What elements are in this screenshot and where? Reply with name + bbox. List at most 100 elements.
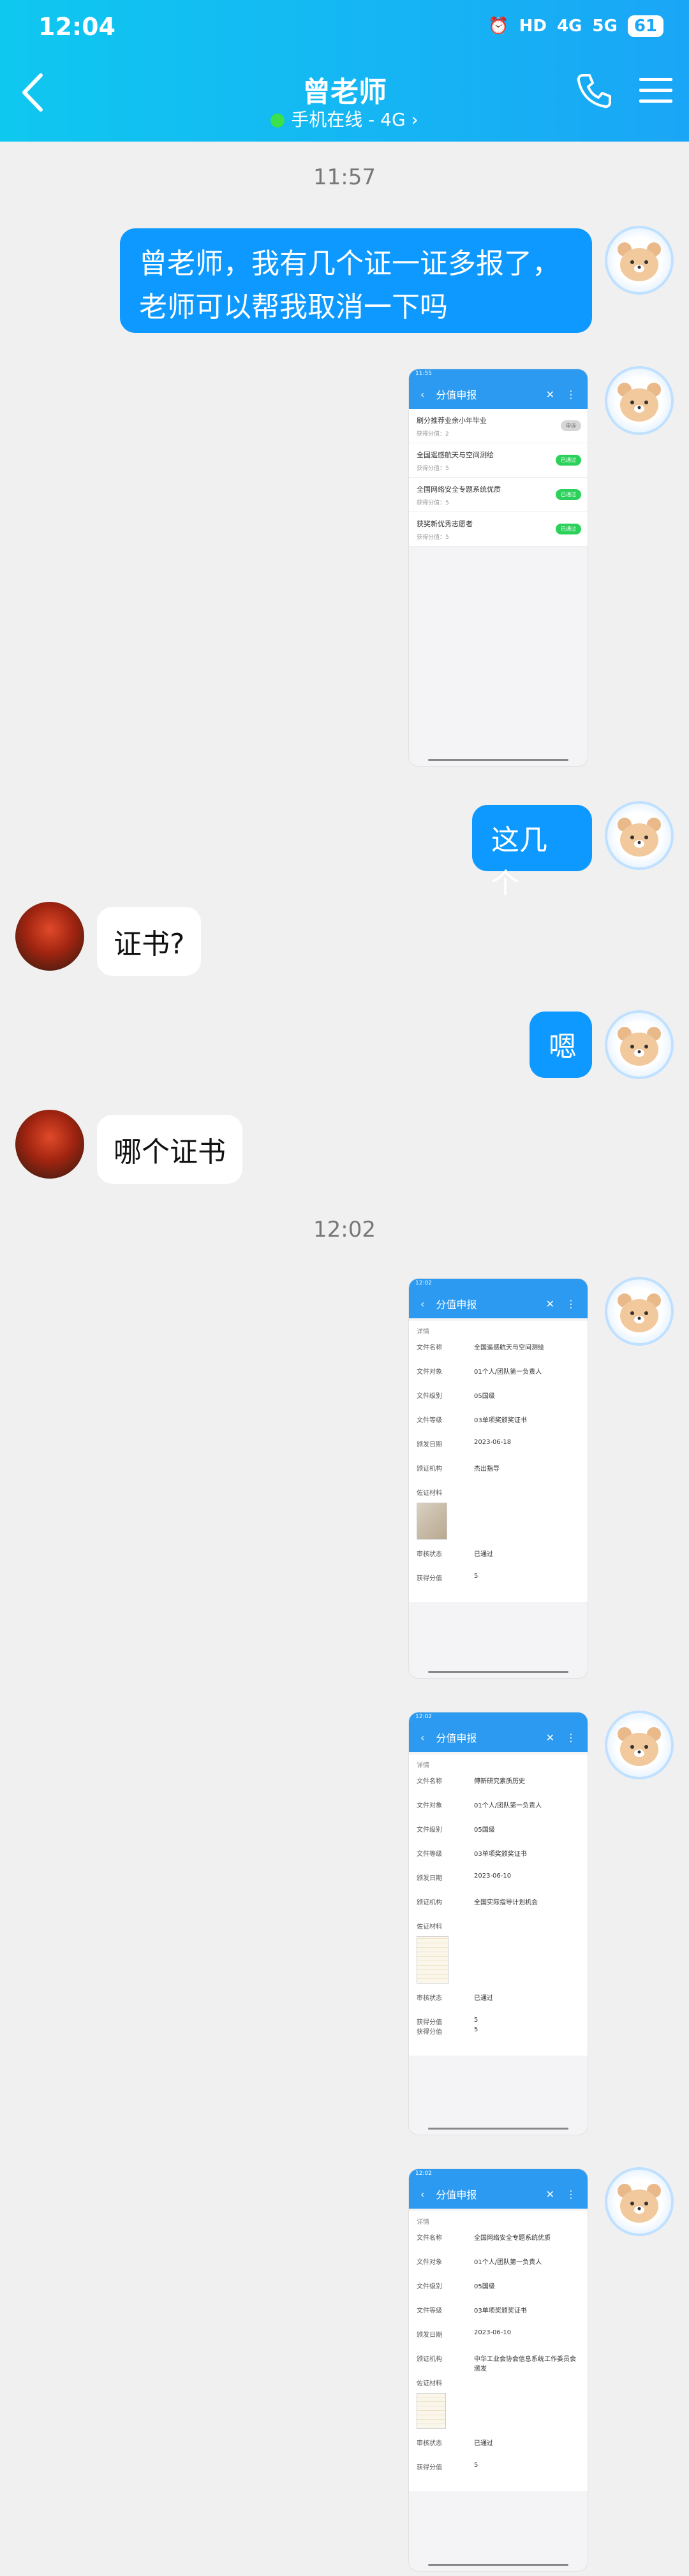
list-item: 获奖新优秀志愿者 获得分值：5 已通过 bbox=[409, 512, 588, 547]
item-title: 刷分推荐业余小年毕业 bbox=[417, 416, 487, 425]
list-item: 刷分推荐业余小年毕业 获得分值：2 申诉 bbox=[409, 409, 588, 443]
detail-row: 佐证材料 bbox=[417, 1487, 580, 1500]
image-attachment[interactable]: 12:02 ‹ 分值申报 ✕ ⋮ 详情 文件名称 全国网络安全专题系统优质 文件对象… bbox=[408, 2168, 588, 2572]
detail-label: 颁证机构 bbox=[417, 1466, 442, 1473]
detail-label: 颁证机构 bbox=[417, 2356, 442, 2363]
detail-value: 01个人/团队第一负责人 bbox=[474, 1369, 542, 1376]
image-attachment[interactable]: 12:02 ‹ 分值申报 ✕ ⋮ 详情 文件名称 傅新研究素质历史 文件对象 01个人… bbox=[408, 1712, 588, 2135]
detail-row: 文件对象 01个人/团队第一负责人 bbox=[417, 1800, 580, 1824]
detail-value: 05国级 bbox=[474, 2283, 495, 2290]
detail-label: 佐证材料 bbox=[417, 2380, 442, 2387]
detail-value: 03单项奖颁奖证书 bbox=[474, 2307, 527, 2315]
detail-label: 获得分值 bbox=[417, 1575, 442, 1582]
detail-row: 颁证机构 中华工业会协会信息系统工作委员会颁发 bbox=[417, 2353, 580, 2378]
avatar[interactable] bbox=[605, 366, 674, 435]
image-attachment[interactable]: 12:02 ‹ 分值申报 ✕ ⋮ 详情 文件名称 全国遥感航天与空间测绘 文件对象 0… bbox=[408, 1278, 588, 1679]
detail-value: 2023-06-10 bbox=[474, 2329, 512, 2336]
message-bubble-received[interactable]: 证书? bbox=[97, 907, 202, 976]
detail-label: 文件名称 bbox=[417, 1344, 442, 1351]
shot-back-icon: ‹ bbox=[420, 388, 425, 401]
detail-row: 文件级别 05国级 bbox=[417, 1390, 580, 1415]
detail-row: 审核状态 已通过 bbox=[417, 1992, 580, 2017]
detail-label: 审核状态 bbox=[417, 1995, 442, 2002]
phone-icon[interactable] bbox=[575, 71, 614, 110]
bear-avatar-icon bbox=[618, 2184, 661, 2223]
image-attachment[interactable]: 11:55 ‹ 分值申报 ✕ ⋮ 刷分推荐业余小年毕业 获得分值：2 申诉 全国… bbox=[408, 369, 588, 767]
detail-row: 文件等级 03单项奖颁奖证书 bbox=[417, 1848, 580, 1873]
detail-label: 文件等级 bbox=[417, 1417, 442, 1424]
avatar[interactable] bbox=[605, 1277, 674, 1346]
detail-value: 03单项奖颁奖证书 bbox=[474, 1417, 527, 1424]
detail-value: 05国级 bbox=[474, 1393, 495, 1400]
alarm-icon: ⏰ bbox=[488, 17, 509, 36]
status-badge: 已通过 bbox=[556, 489, 581, 500]
detail-row: 文件等级 03单项奖颁奖证书 bbox=[417, 1415, 580, 1439]
item-sub: 获得分值：2 bbox=[417, 431, 449, 438]
shot-statusbar: 12:02 bbox=[409, 2169, 588, 2179]
avatar[interactable] bbox=[605, 801, 674, 870]
evidence-thumbnail bbox=[417, 1503, 447, 1540]
message-bubble-sent[interactable]: 这几个 bbox=[472, 805, 592, 900]
shot-navbar: ‹ 分值申报 ✕ ⋮ bbox=[409, 1289, 588, 1318]
item-sub: 获得分值：5 bbox=[417, 500, 449, 506]
status-bar: 12:04 ⏰ HD 4G 5G 61 bbox=[38, 13, 663, 45]
detail-row: 获得分值 5 bbox=[417, 2017, 580, 2026]
bear-avatar-icon bbox=[618, 1727, 661, 1766]
status-badge: 已通过 bbox=[556, 455, 581, 466]
detail-row: 文件级别 05国级 bbox=[417, 2281, 580, 2305]
avatar[interactable] bbox=[605, 2167, 674, 2236]
detail-label: 文件级别 bbox=[417, 1827, 442, 1834]
shot-navbar: ‹ 分值申报 ✕ ⋮ bbox=[409, 1723, 588, 1752]
status-icons: ⏰ HD 4G 5G 61 bbox=[488, 15, 663, 37]
detail-label: 文件名称 bbox=[417, 2235, 442, 2242]
detail-label: 文件级别 bbox=[417, 1393, 442, 1400]
shot-close-icon: ✕ bbox=[545, 1297, 554, 1310]
shot-back-icon: ‹ bbox=[420, 2188, 425, 2200]
shot-nav-title: 分值申报 bbox=[436, 1299, 477, 1311]
detail-row: 佐证材料 bbox=[417, 1921, 580, 1934]
avatar[interactable] bbox=[605, 226, 674, 295]
detail-row: 文件等级 03单项奖颁奖证书 bbox=[417, 2305, 580, 2329]
detail-row: 佐证材料 bbox=[417, 2378, 580, 2390]
avatar[interactable] bbox=[605, 1010, 674, 1079]
detail-label: 颁发日期 bbox=[417, 1875, 442, 1882]
detail-value: 全国遥感航天与空间测绘 bbox=[474, 1344, 544, 1351]
detail-value: 2023-06-18 bbox=[474, 1439, 512, 1446]
teacher-avatar[interactable] bbox=[15, 902, 84, 971]
list-item: 全国遥感航天与空间测绘 获得分值：5 已通过 bbox=[409, 443, 588, 478]
detail-value: 中华工业会协会信息系统工作委员会颁发 bbox=[474, 2356, 576, 2373]
detail-row: 颁发日期 2023-06-10 bbox=[417, 2329, 580, 2353]
status-time: 12:04 bbox=[38, 13, 115, 41]
battery-level: 61 bbox=[627, 15, 663, 37]
status-badge: 已通过 bbox=[556, 524, 581, 534]
detail-value: 5 bbox=[474, 1573, 478, 1580]
detail-row: 文件对象 01个人/团队第一负责人 bbox=[417, 1366, 580, 1390]
shot-detail: 详情 文件名称 傅新研究素质历史 文件对象 01个人/团队第一负责人 文件级别 05国… bbox=[409, 1755, 588, 2056]
timestamp: 12:02 bbox=[313, 1217, 376, 1242]
detail-label: 文件名称 bbox=[417, 1778, 442, 1785]
shot-nav-title: 分值申报 bbox=[436, 2189, 477, 2201]
message-bubble-sent[interactable]: 嗯 bbox=[530, 1012, 592, 1078]
shot-more-icon: ⋮ bbox=[566, 1731, 576, 1744]
avatar[interactable] bbox=[605, 1711, 674, 1779]
home-indicator bbox=[428, 2564, 568, 2566]
certificate-thumbnail bbox=[417, 2393, 446, 2429]
shot-list: 刷分推荐业余小年毕业 获得分值：2 申诉 全国遥感航天与空间测绘 获得分值：5 … bbox=[409, 409, 588, 547]
detail-value: 5 bbox=[474, 2017, 478, 2024]
shot-more-icon: ⋮ bbox=[566, 2188, 576, 2200]
shot-detail: 详情 文件名称 全国遥感航天与空间测绘 文件对象 01个人/团队第一负责人 文件级别… bbox=[409, 1321, 588, 1602]
detail-label: 获得分值 bbox=[417, 2464, 442, 2471]
message-bubble-sent[interactable]: 曾老师，我有几个证一证多报了，老师可以帮我取消一下吗 bbox=[120, 228, 592, 333]
online-status[interactable]: 手机在线 - 4G › bbox=[0, 106, 689, 131]
teacher-avatar[interactable] bbox=[15, 1110, 84, 1179]
hd-label: HD bbox=[519, 17, 547, 36]
message-bubble-received[interactable]: 哪个证书 bbox=[97, 1115, 242, 1184]
detail-header: 详情 bbox=[417, 1762, 429, 1769]
detail-row: 颁证机构 杰出指导 bbox=[417, 1463, 580, 1487]
item-sub: 获得分值：5 bbox=[417, 466, 449, 472]
detail-row: 获得分值 5 bbox=[417, 1573, 580, 1597]
detail-header: 详情 bbox=[417, 2219, 429, 2226]
detail-label: 颁发日期 bbox=[417, 2332, 442, 2339]
detail-label: 文件对象 bbox=[417, 1369, 442, 1376]
menu-icon[interactable] bbox=[638, 75, 674, 106]
